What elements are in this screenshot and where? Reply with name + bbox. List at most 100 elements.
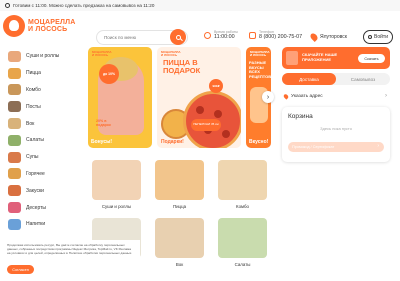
working-hours: Время работы 11:00:00 — [204, 30, 238, 40]
sidebar-item-wok[interactable]: Вок — [8, 115, 78, 132]
banner-caption: Подарки! — [161, 139, 184, 145]
sidebar-item-sushi[interactable]: Суши и роллы — [8, 48, 78, 65]
sidebar-item-label: Закуски — [26, 187, 44, 194]
promo-code-field[interactable]: Промокод / Сертификат › — [288, 142, 384, 152]
phone-number[interactable]: 8 (800) 200-75-07 — [259, 34, 302, 40]
banner-caption: Вкусно! — [249, 139, 269, 145]
snacks-thumbnail — [8, 185, 21, 197]
sidebar-item-label: Салаты — [26, 137, 44, 144]
sidebar-item-combo[interactable]: Комбо — [8, 82, 78, 99]
delivery-mode-tabs: Доставка Самовывоз — [282, 73, 390, 85]
top-notice-bar: Готовим с 11:00. Можно сделать предзаказ… — [0, 0, 400, 11]
tab-delivery[interactable]: Доставка — [282, 73, 336, 85]
banner-brand: МОЦАРЕЛЛА И ЛОСОСЬ — [92, 50, 112, 58]
working-hours-value: 11:00:00 — [214, 34, 235, 40]
city-name: Ялуторовск — [320, 34, 347, 40]
promo-banners: МОЦАРЕЛЛА И ЛОСОСЬ до 10% 20% в подарок Б… — [88, 47, 271, 148]
card-label: Пицца — [172, 204, 187, 209]
category-sidebar: Суши и роллы Пицца Комбо Посты Вок Салат… — [8, 48, 78, 233]
hot-dishes-thumbnail — [8, 168, 21, 180]
wok-thumbnail — [8, 118, 21, 130]
category-card-salads[interactable]: Салаты — [214, 216, 271, 272]
card-image — [155, 218, 204, 258]
price-tag: 990₽ — [209, 79, 223, 93]
top-notice-text: Готовим с 11:00. Можно сделать предзаказ… — [13, 3, 155, 8]
category-card-pizza[interactable]: Пицца — [151, 158, 208, 214]
phone-icon — [249, 31, 256, 39]
sidebar-item-label: Вок — [26, 120, 35, 127]
sidebar-item-hot[interactable]: Горячее — [8, 166, 78, 183]
clock-icon — [204, 31, 211, 39]
sushi-thumbnail — [8, 50, 21, 62]
card-image — [218, 218, 267, 258]
location-pin-icon — [282, 93, 290, 100]
address-label: Указать адрес — [291, 94, 323, 99]
posty-thumbnail — [8, 101, 21, 113]
logo-line1: МОЦАРЕЛЛА — [28, 18, 76, 26]
desserts-thumbnail — [8, 202, 21, 214]
download-app-button[interactable]: Скачать — [358, 54, 385, 63]
sidebar-item-desserts[interactable]: Десерты — [8, 199, 78, 216]
cart-title: Корзина — [288, 113, 313, 120]
sidebar-item-label: Комбо — [26, 86, 41, 93]
pizza-thumbnail — [8, 67, 21, 79]
logo-line2: И ЛОСОСЬ — [28, 26, 68, 33]
search-button[interactable] — [170, 29, 186, 45]
banner-brand-line2: И ЛОСОСЬ — [250, 53, 267, 58]
login-button[interactable]: Войти — [363, 30, 393, 44]
chevron-right-icon: › — [377, 143, 379, 149]
card-label: Комбо — [236, 204, 249, 209]
cookie-accept-button[interactable]: Согласен — [7, 265, 34, 274]
sidebar-item-snacks[interactable]: Закуски — [8, 182, 78, 199]
category-card-wok[interactable]: Вок — [151, 216, 208, 272]
city-selector[interactable]: Ялуторовск — [309, 32, 347, 42]
sidebar-item-label: Суши и роллы — [26, 53, 60, 60]
sidebar-item-label: Супы — [26, 154, 39, 161]
sidebar-item-pizza[interactable]: Пицца — [8, 65, 78, 82]
card-label: Вок — [175, 262, 184, 267]
location-pin-icon — [309, 32, 319, 42]
app-download-banner: СКАЧАЙТЕ НАШЕ ПРИЛОЖЕНИЕ Скачать — [282, 47, 390, 69]
banner-next-arrow[interactable]: › — [262, 91, 274, 103]
clock-icon — [5, 3, 10, 8]
search-input[interactable] — [97, 31, 167, 44]
cart: Корзина Здесь пока пусто Промокод / Серт… — [282, 107, 390, 162]
user-icon — [368, 35, 372, 39]
chevron-right-icon: › — [266, 93, 270, 101]
banner-brand-line2: И ЛОСОСЬ — [92, 53, 109, 58]
banner-brand: МОЦАРЕЛЛА И ЛОСОСЬ — [250, 50, 270, 58]
sidebar-item-soups[interactable]: Супы — [8, 149, 78, 166]
site-logo[interactable]: МОЦАРЕЛЛА И ЛОСОСЬ — [3, 15, 75, 37]
sidebar-item-drinks[interactable]: Напитки — [8, 216, 78, 233]
banner-text: РАЗНЫЕ ВКУСЫ ВСЕХ РЕЦЕПТОВ — [249, 60, 271, 79]
cart-empty-text: Здесь пока пусто — [320, 126, 352, 131]
sidebar-item-salads[interactable]: Салаты — [8, 132, 78, 149]
login-label: Войти — [374, 34, 388, 40]
category-card-sushi[interactable]: Суши и роллы — [88, 158, 145, 214]
sidebar-item-posty[interactable]: Посты — [8, 98, 78, 115]
app-download-text: СКАЧАЙТЕ НАШЕ ПРИЛОЖЕНИЕ — [302, 52, 338, 62]
drinks-thumbnail — [8, 218, 21, 230]
sidebar-item-label: Десерты — [26, 204, 47, 211]
address-selector[interactable]: Указать адрес › — [282, 91, 390, 102]
sidebar-item-label: Пицца — [26, 70, 41, 77]
category-card-combo[interactable]: Комбо — [214, 158, 271, 214]
banner-brand-line2: И ЛОСОСЬ — [161, 53, 178, 58]
cookie-consent: Продолжая использовать ресурс, Вы даёте … — [0, 240, 140, 281]
pizza-name-pill: ПЕПЕРОНИ 35 см — [191, 119, 221, 131]
promo-code-placeholder: Промокод / Сертификат — [292, 145, 335, 149]
bonus-badge: до 10% — [99, 64, 119, 84]
sidebar-item-label: Посты — [26, 103, 41, 110]
chevron-right-icon: › — [385, 93, 387, 99]
phone-info[interactable]: Телефон 8 (800) 200-75-07 — [249, 30, 302, 40]
search-icon — [175, 34, 181, 40]
bonus-small-text: 20% в подарок — [96, 119, 111, 127]
card-label: Суши и роллы — [101, 204, 132, 209]
promo-banner-bonus[interactable]: МОЦАРЕЛЛА И ЛОСОСЬ до 10% 20% в подарок Б… — [88, 47, 152, 148]
phone-app-icon — [286, 51, 298, 65]
tab-pickup[interactable]: Самовывоз — [336, 73, 390, 85]
banner-title: ПИЦЦА В ПОДАРОК — [163, 58, 201, 75]
promo-banner-pizza-gift[interactable]: МОЦАРЕЛЛА И ЛОСОСЬ ПИЦЦА В ПОДАРОК 990₽ П… — [157, 47, 241, 148]
card-label: Салаты — [234, 262, 251, 267]
combo-thumbnail — [8, 84, 21, 96]
